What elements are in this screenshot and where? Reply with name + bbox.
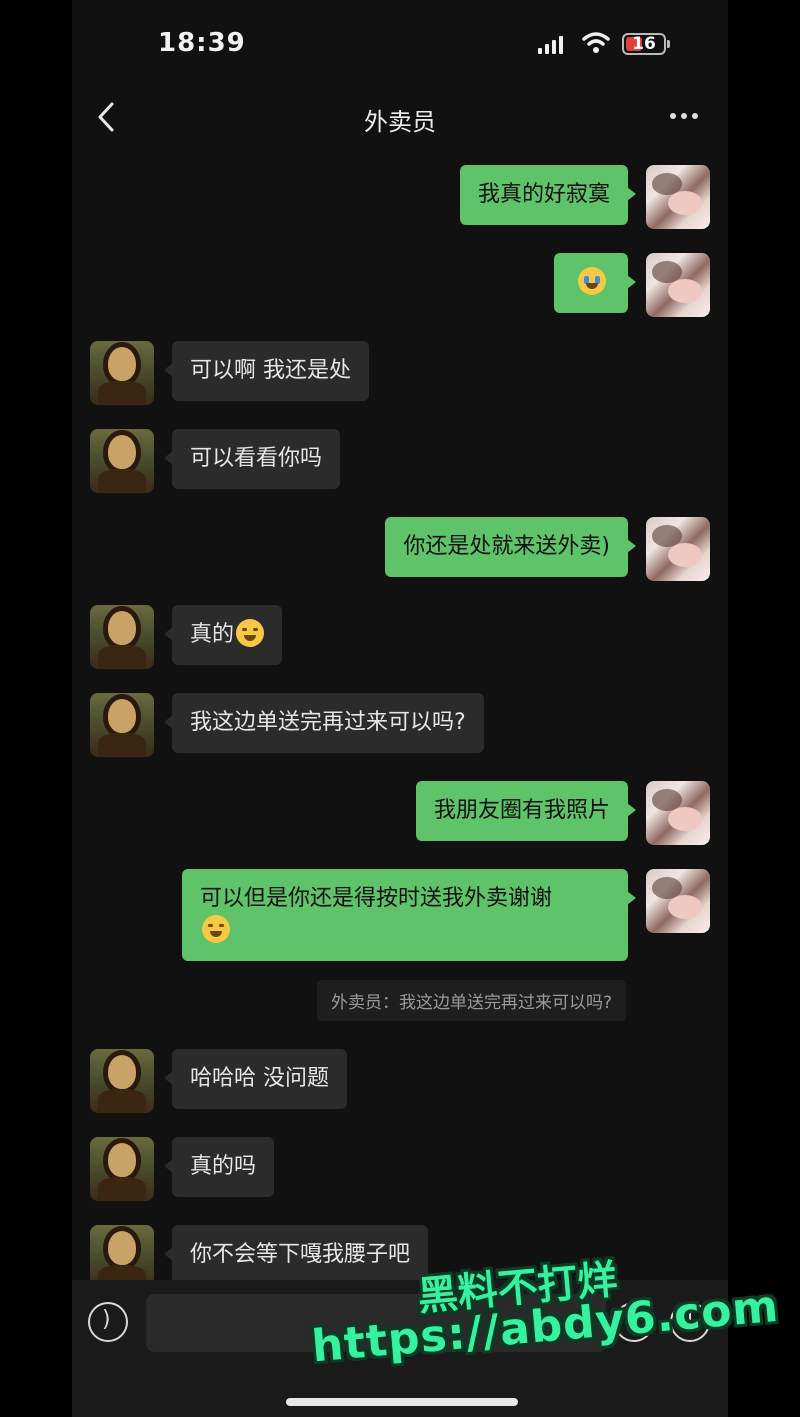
signal-icon xyxy=(538,34,564,54)
message-text: 我这边单送完再过来可以吗? xyxy=(190,710,466,735)
message-bubble-self[interactable]: 我朋友圈有我照片 xyxy=(415,781,637,841)
contact-avatar[interactable] xyxy=(90,1049,154,1113)
message-bubble-other[interactable]: 哈哈哈 没问题 xyxy=(164,1049,347,1109)
message-bubble-other[interactable]: 可以看看你吗 xyxy=(163,429,341,489)
message-bubble-other[interactable]: 我这边单送完再过来可以吗? xyxy=(164,693,484,753)
message-text: 可以看看你吗 xyxy=(190,446,323,471)
quoted-text: 外卖员：我这边单送完再过来可以吗? xyxy=(330,993,612,1013)
message-bubble-self[interactable]: 你还是处就来送外卖) xyxy=(385,517,636,577)
contact-avatar[interactable] xyxy=(90,429,154,493)
contact-avatar[interactable] xyxy=(90,341,154,405)
battery-level: 16 xyxy=(632,34,656,54)
wifi-icon xyxy=(582,32,610,53)
message-text: 哈哈哈 没问题 xyxy=(190,1066,329,1091)
message-bubble-other[interactable]: 真的吗 xyxy=(163,1137,275,1197)
message-text: 我朋友圈有我照片 xyxy=(433,798,610,823)
status-bar: 18:39 16 xyxy=(72,0,728,88)
nav-bar: 外卖员 xyxy=(72,88,728,148)
self-avatar[interactable] xyxy=(646,253,710,317)
more-icon[interactable] xyxy=(670,113,700,121)
message-text: 你还是处就来送外卖) xyxy=(403,534,610,559)
crying-emoji-icon xyxy=(578,267,606,295)
grin-sweat-emoji-icon xyxy=(236,619,265,647)
contact-avatar[interactable] xyxy=(90,605,154,669)
message-bubble-other[interactable]: 可以啊 我还是处 xyxy=(164,341,369,401)
chat-screen: 18:39 16 外卖员 我真的好寂寞 可以啊 我还是处 可以看看你吗 你还是处… xyxy=(72,0,728,1417)
message-bubble-self[interactable]: 我真的好寂寞 xyxy=(459,165,637,225)
self-avatar[interactable] xyxy=(646,781,710,845)
self-avatar[interactable] xyxy=(646,869,710,933)
message-bubble-other[interactable]: 真的 xyxy=(163,605,283,665)
message-text: 可以啊 我还是处 xyxy=(190,358,351,383)
self-avatar[interactable] xyxy=(646,165,710,229)
message-text: 真的吗 xyxy=(190,1154,257,1179)
message-bubble-self[interactable] xyxy=(554,253,636,313)
voice-input-icon[interactable] xyxy=(88,1302,128,1342)
chat-title: 外卖员 xyxy=(364,108,436,136)
message-text: 我真的好寂寞 xyxy=(477,182,610,207)
quoted-message[interactable]: 外卖员：我这边单送完再过来可以吗? xyxy=(316,980,626,1021)
status-time: 18:39 xyxy=(158,28,246,58)
message-text: 真的 xyxy=(190,622,235,647)
contact-avatar[interactable] xyxy=(90,1137,154,1201)
battery-icon: 16 xyxy=(622,33,670,55)
message-bubble-self[interactable]: 可以但是你还是得按时送我外卖谢谢 xyxy=(182,869,636,961)
message-list[interactable]: 我真的好寂寞 可以啊 我还是处 可以看看你吗 你还是处就来送外卖) 真的 我这边… xyxy=(72,148,728,1289)
self-avatar[interactable] xyxy=(646,517,710,581)
smiling-emoji-icon xyxy=(202,915,230,943)
message-text: 可以但是你还是得按时送我外卖谢谢 xyxy=(200,886,553,911)
contact-avatar[interactable] xyxy=(90,693,154,757)
